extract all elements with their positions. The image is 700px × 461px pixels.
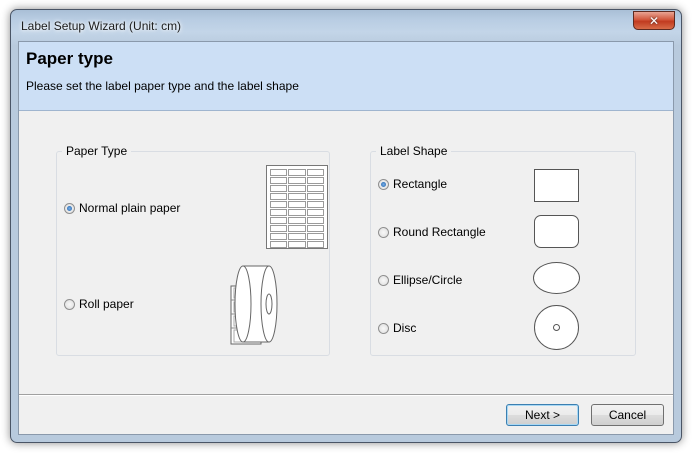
round-rectangle-shape-icon (534, 215, 579, 248)
radio-checked-indicator[interactable] (64, 202, 75, 214)
wizard-window: Label Setup Wizard (Unit: cm) ✕ Paper ty… (10, 9, 682, 443)
radio-checked-indicator[interactable] (378, 178, 389, 190)
wizard-client-area: Paper type Please set the label paper ty… (18, 41, 674, 435)
radio-normal-plain-paper-label: Normal plain paper (79, 201, 181, 215)
label-sheet-icon (266, 165, 328, 249)
button-area-divider (19, 394, 673, 396)
label-shape-group: Label Shape Rectangle Round Rectangle El… (370, 144, 636, 356)
disc-shape-icon (534, 305, 579, 350)
window-title: Label Setup Wizard (Unit: cm) (21, 19, 182, 33)
radio-unchecked-indicator[interactable] (378, 226, 389, 238)
radio-roll-paper[interactable]: Roll paper (64, 297, 134, 311)
radio-unchecked-indicator[interactable] (64, 298, 75, 310)
label-shape-group-label: Label Shape (376, 144, 452, 158)
radio-unchecked-indicator[interactable] (378, 274, 389, 286)
close-button[interactable]: ✕ (633, 11, 675, 30)
page-subtitle: Please set the label paper type and the … (26, 79, 299, 93)
disc-hole-icon (553, 324, 560, 331)
radio-disc[interactable]: Disc (378, 321, 416, 335)
radio-rectangle-label: Rectangle (393, 177, 448, 191)
rectangle-shape-icon (534, 169, 579, 202)
radio-ellipse-circle-label: Ellipse/Circle (393, 273, 463, 287)
label-roll-icon (230, 265, 278, 345)
radio-roll-paper-label: Roll paper (79, 297, 134, 311)
wizard-header: Paper type Please set the label paper ty… (19, 42, 673, 111)
paper-type-group-label: Paper Type (62, 144, 132, 158)
radio-round-rectangle-label: Round Rectangle (393, 225, 486, 239)
cancel-button[interactable]: Cancel (591, 404, 664, 426)
next-button[interactable]: Next > (506, 404, 579, 426)
radio-unchecked-indicator[interactable] (378, 322, 389, 334)
radio-round-rectangle[interactable]: Round Rectangle (378, 225, 486, 239)
title-bar[interactable]: Label Setup Wizard (Unit: cm) ✕ (11, 10, 681, 41)
radio-normal-plain-paper[interactable]: Normal plain paper (64, 201, 180, 215)
paper-type-group: Paper Type Normal plain paper Roll paper (56, 144, 330, 356)
radio-ellipse-circle[interactable]: Ellipse/Circle (378, 273, 462, 287)
ellipse-shape-icon (533, 262, 580, 294)
page-title: Paper type (26, 49, 113, 68)
radio-disc-label: Disc (393, 321, 417, 335)
radio-rectangle[interactable]: Rectangle (378, 177, 447, 191)
